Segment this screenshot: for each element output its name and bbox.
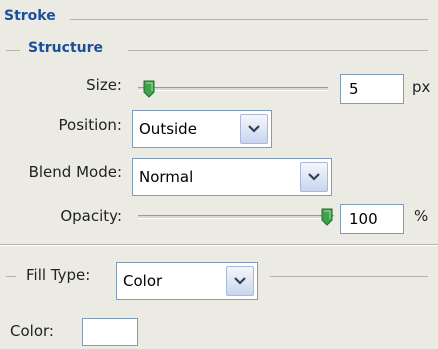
opacity-input[interactable]: 100 bbox=[340, 204, 404, 234]
section-divider-highlight bbox=[0, 245, 438, 246]
opacity-slider-thumb[interactable] bbox=[320, 208, 334, 226]
blend-mode-select-arrow[interactable] bbox=[300, 162, 328, 192]
opacity-slider[interactable] bbox=[138, 208, 334, 226]
size-label: Size: bbox=[86, 76, 122, 94]
fill-type-select-arrow[interactable] bbox=[226, 266, 254, 296]
chevron-down-icon bbox=[234, 277, 246, 285]
position-label: Position: bbox=[58, 116, 122, 134]
blend-mode-select[interactable]: Normal bbox=[132, 158, 332, 196]
size-input[interactable]: 5 bbox=[340, 74, 404, 104]
fill-type-right-rule bbox=[270, 276, 428, 277]
opacity-slider-track bbox=[138, 215, 334, 219]
position-select-arrow[interactable] bbox=[240, 114, 268, 144]
position-select[interactable]: Outside bbox=[132, 110, 272, 148]
opacity-label: Opacity: bbox=[60, 207, 122, 225]
color-swatch[interactable] bbox=[82, 318, 138, 346]
fill-type-select-value: Color bbox=[123, 272, 163, 290]
fill-type-left-rule bbox=[6, 276, 16, 277]
chevron-down-icon bbox=[248, 125, 260, 133]
chevron-down-icon bbox=[308, 173, 320, 181]
size-slider-track bbox=[138, 87, 328, 91]
position-select-value: Outside bbox=[139, 120, 197, 138]
opacity-unit: % bbox=[414, 207, 429, 225]
color-label: Color: bbox=[10, 322, 54, 340]
slider-thumb-icon bbox=[321, 208, 333, 226]
blend-mode-label: Blend Mode: bbox=[28, 163, 122, 181]
structure-title-rule bbox=[128, 50, 428, 51]
size-unit: px bbox=[412, 78, 431, 96]
stroke-title-rule bbox=[70, 19, 428, 20]
size-slider[interactable] bbox=[138, 80, 328, 98]
fill-type-select[interactable]: Color bbox=[116, 262, 258, 300]
structure-section-title: Structure bbox=[28, 40, 104, 56]
blend-mode-select-value: Normal bbox=[139, 168, 194, 186]
stroke-section-title: Stroke bbox=[4, 8, 56, 24]
fill-type-label: Fill Type: bbox=[26, 266, 91, 284]
size-slider-thumb[interactable] bbox=[142, 80, 156, 98]
slider-thumb-icon bbox=[143, 80, 155, 98]
structure-left-rule bbox=[6, 50, 20, 51]
